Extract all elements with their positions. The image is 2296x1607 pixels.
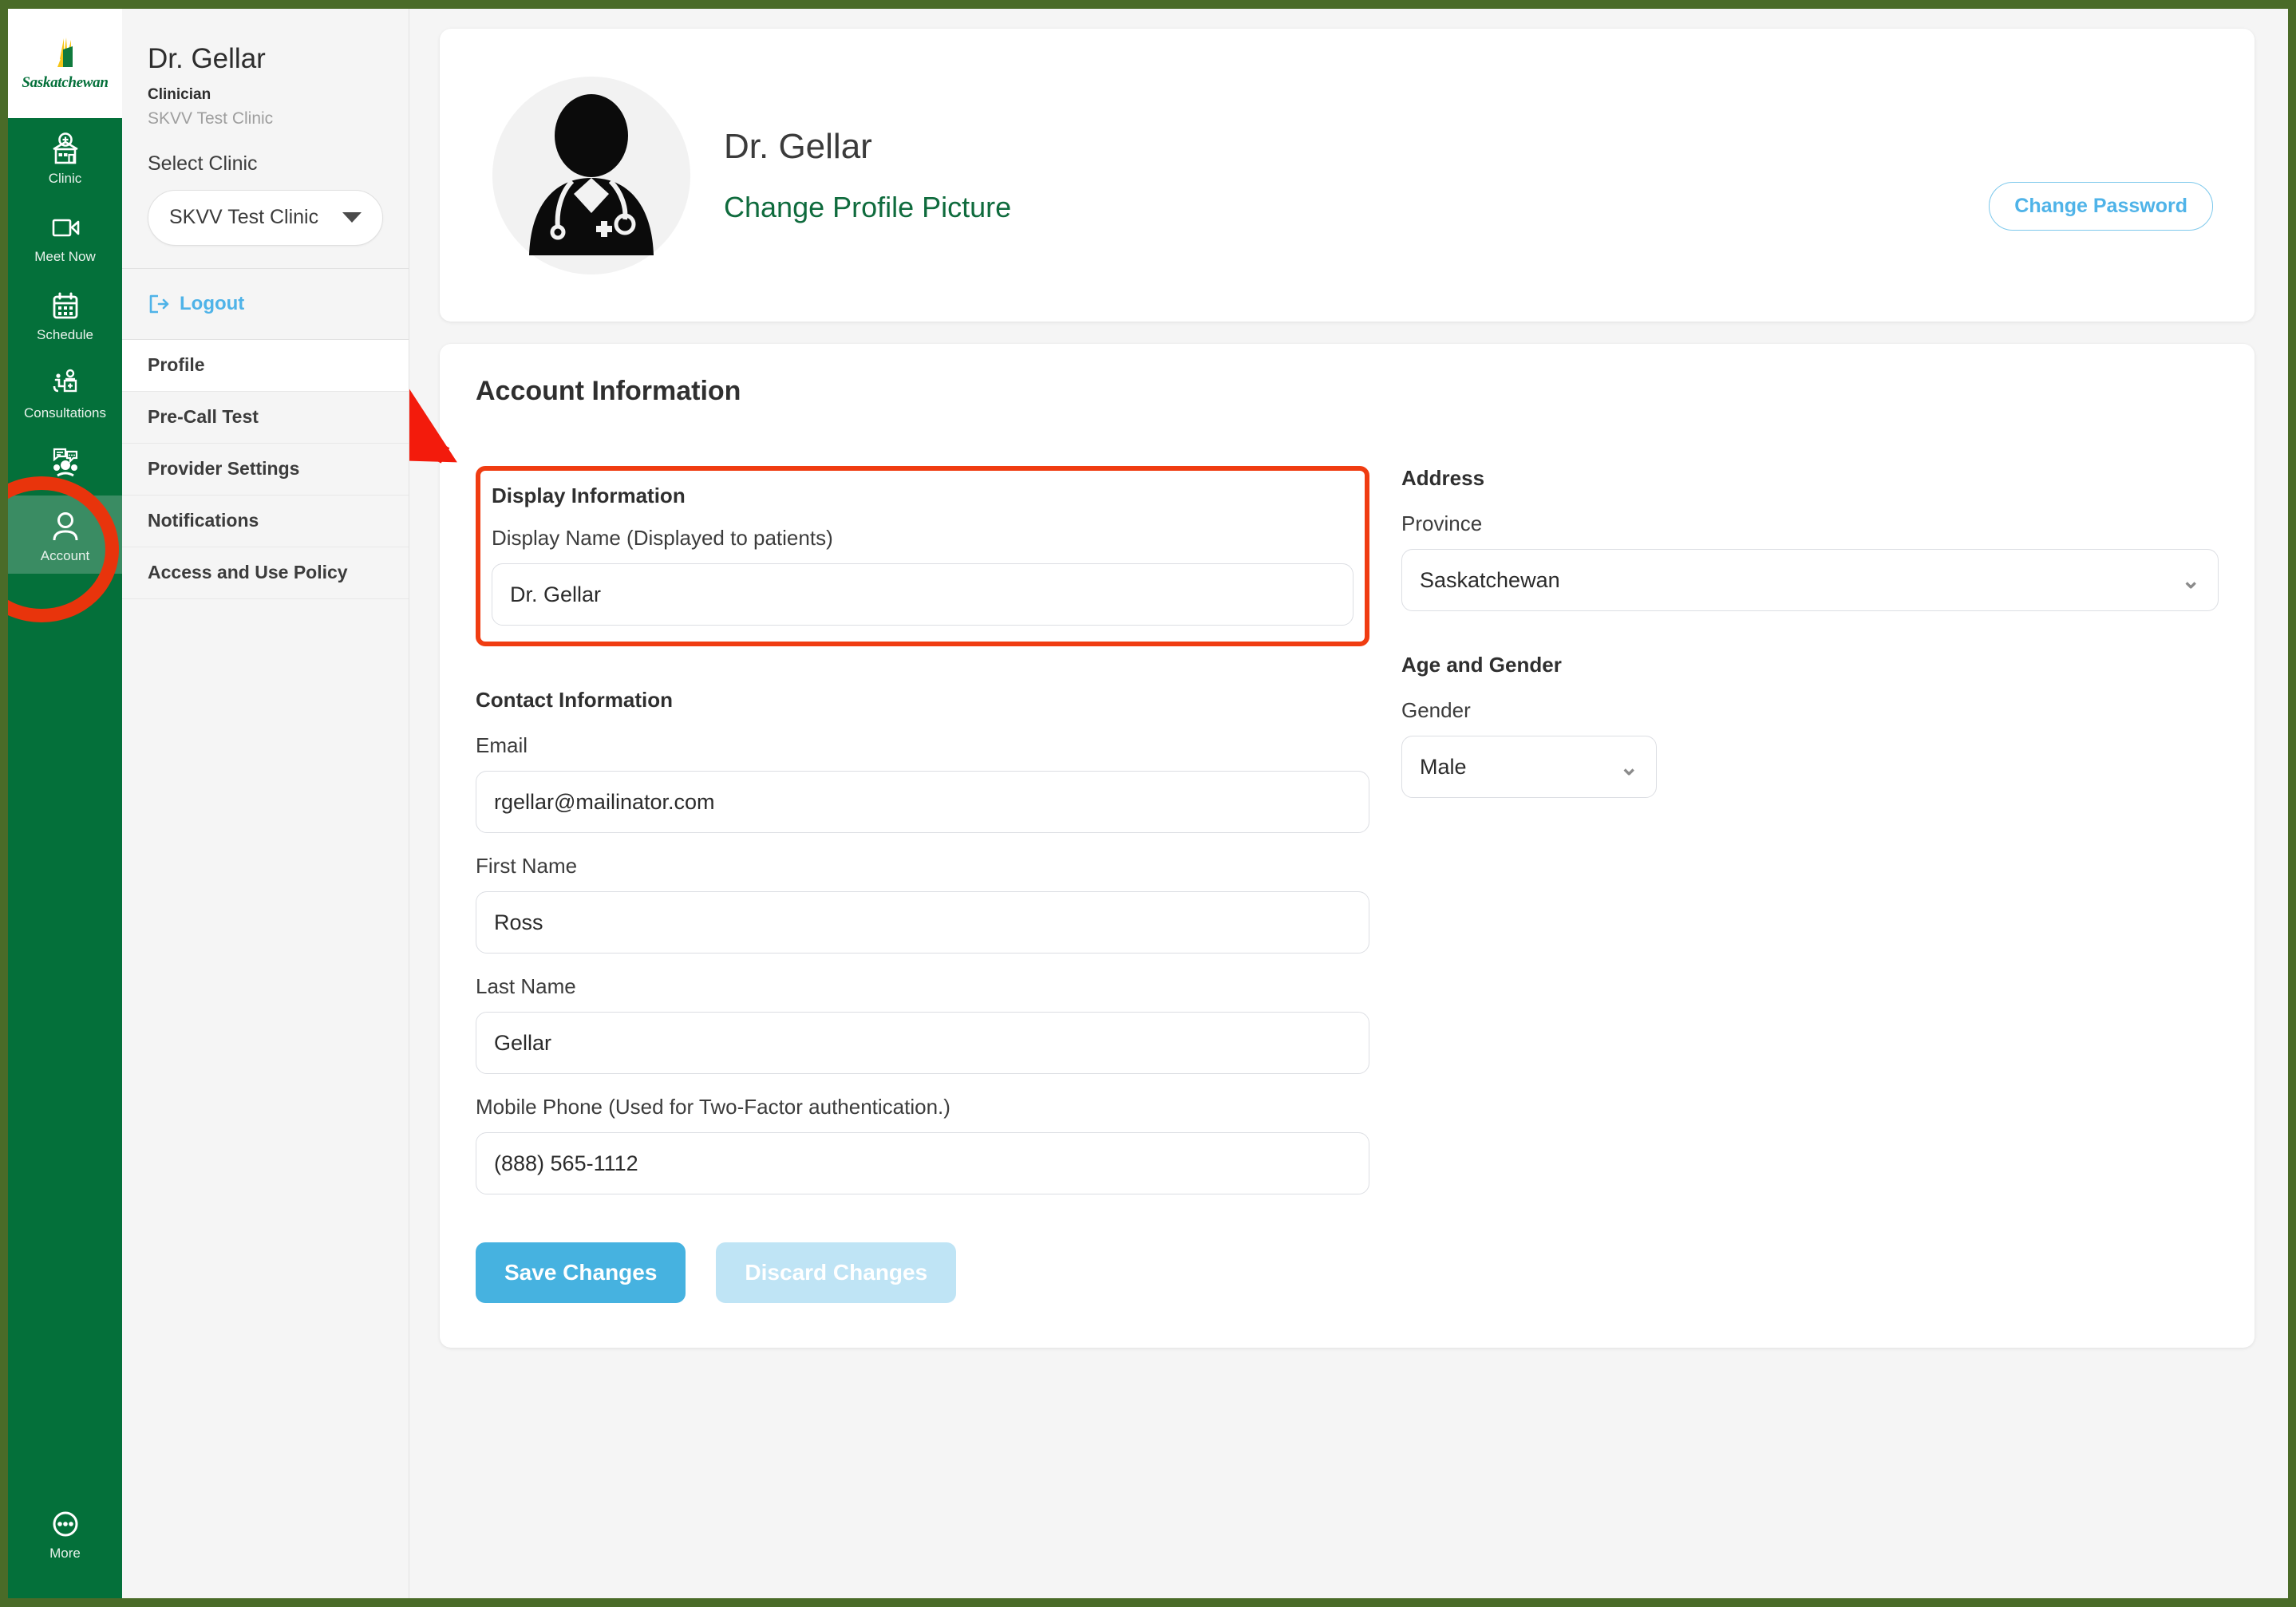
age-and-gender-group: Age and Gender Gender Male ⌄ bbox=[1401, 653, 2219, 798]
more-ellipsis-icon bbox=[53, 1511, 77, 1537]
province-label: Province bbox=[1401, 511, 1483, 535]
select-clinic-group: Select Clinic SKVV Test Clinic bbox=[122, 152, 409, 246]
sidebar-item-group-chat[interactable] bbox=[8, 431, 122, 496]
gender-value: Male bbox=[1420, 754, 1467, 779]
mobile-phone-value: (888) 565-1112 bbox=[494, 1151, 638, 1175]
app-window: Saskatchewan Clinic Meet Now Schedule Co… bbox=[8, 9, 2288, 1598]
sidebar-item-schedule[interactable]: Schedule bbox=[8, 274, 122, 353]
saskatchewan-wheat-logo-icon bbox=[57, 38, 73, 67]
sidebar-item-account[interactable]: Account bbox=[8, 496, 122, 574]
display-name-label: Display Name (Displayed to patients) bbox=[492, 526, 833, 550]
avatar[interactable] bbox=[492, 76, 690, 274]
sidebar-item-clinic[interactable]: Clinic bbox=[8, 118, 122, 196]
sidebar-item-label: Account bbox=[40, 548, 90, 563]
video-camera-icon bbox=[52, 219, 79, 237]
clinic-select-value: SKVV Test Clinic bbox=[169, 206, 319, 228]
menu-item-notifications[interactable]: Notifications bbox=[122, 495, 409, 547]
account-left-column: Display Information Display Name (Displa… bbox=[476, 437, 1369, 1303]
menu-item-label: Provider Settings bbox=[148, 458, 300, 479]
account-right-column: Address Province Saskatchewan ⌄ Age and … bbox=[1369, 437, 2219, 1303]
chevron-down-icon: ⌄ bbox=[1619, 754, 1638, 780]
account-information-title: Account Information bbox=[476, 376, 741, 406]
last-name-value: Gellar bbox=[494, 1030, 552, 1055]
email-field[interactable]: rgellar@mailinator.com bbox=[476, 771, 1369, 833]
page-title: Dr. Gellar bbox=[724, 126, 872, 166]
subnav-account-role: Clinician bbox=[148, 85, 211, 103]
first-name-field[interactable]: Ross bbox=[476, 891, 1369, 954]
age-and-gender-heading: Age and Gender bbox=[1401, 653, 1562, 677]
select-clinic-label: Select Clinic bbox=[148, 152, 258, 175]
discard-changes-button[interactable]: Discard Changes bbox=[716, 1242, 957, 1303]
main-content: Dr. Gellar Change Profile Picture Change… bbox=[409, 9, 2288, 1598]
account-information-grid: Display Information Display Name (Displa… bbox=[476, 437, 2219, 1303]
subnav-header: Dr. Gellar Clinician SKVV Test Clinic bbox=[122, 9, 409, 128]
menu-item-profile[interactable]: Profile bbox=[122, 339, 409, 392]
form-actions: Save Changes Discard Changes bbox=[476, 1242, 1369, 1303]
sidebar-item-consultations[interactable]: Consultations bbox=[8, 353, 122, 431]
display-name-value: Dr. Gellar bbox=[510, 582, 602, 606]
chevron-down-icon: ⌄ bbox=[2181, 567, 2200, 593]
chevron-down-icon bbox=[342, 212, 362, 223]
sidebar-item-label: More bbox=[49, 1546, 81, 1561]
contact-information-group: Contact Information Email rgellar@mailin… bbox=[476, 688, 1369, 1194]
primary-nav-rail: Saskatchewan Clinic Meet Now Schedule Co… bbox=[8, 9, 122, 1598]
menu-item-pre-call-test[interactable]: Pre-Call Test bbox=[122, 391, 409, 444]
subnav-account-name: Dr. Gellar bbox=[148, 43, 266, 74]
logout-label: Logout bbox=[180, 292, 245, 314]
brand-logo-word: Saskatchewan bbox=[22, 74, 109, 91]
sidebar-item-label: Schedule bbox=[37, 327, 93, 342]
profile-header-card: Dr. Gellar Change Profile Picture Change… bbox=[440, 29, 2255, 322]
menu-item-label: Notifications bbox=[148, 510, 259, 531]
province-value: Saskatchewan bbox=[1420, 567, 1560, 592]
account-information-card: Account Information Display Information … bbox=[440, 344, 2255, 1348]
display-information-heading: Display Information bbox=[492, 484, 686, 507]
last-name-field[interactable]: Gellar bbox=[476, 1012, 1369, 1074]
sidebar-item-more[interactable]: More bbox=[8, 1493, 122, 1598]
address-heading: Address bbox=[1401, 466, 1485, 490]
account-subnav-panel: Dr. Gellar Clinician SKVV Test Clinic Se… bbox=[122, 9, 409, 1598]
last-name-label: Last Name bbox=[476, 974, 576, 998]
sidebar-item-meet-now[interactable]: Meet Now bbox=[8, 196, 122, 274]
clinic-select[interactable]: SKVV Test Clinic bbox=[148, 189, 383, 246]
change-password-button[interactable]: Change Password bbox=[1989, 182, 2213, 231]
mobile-phone-field[interactable]: (888) 565-1112 bbox=[476, 1132, 1369, 1194]
menu-item-label: Pre-Call Test bbox=[148, 406, 259, 427]
mobile-phone-label: Mobile Phone (Used for Two-Factor authen… bbox=[476, 1095, 950, 1119]
menu-item-access-and-use-policy[interactable]: Access and Use Policy bbox=[122, 547, 409, 599]
gender-select[interactable]: Male ⌄ bbox=[1401, 736, 1657, 798]
display-name-input[interactable]: Dr. Gellar bbox=[492, 563, 1353, 626]
address-group: Address Province Saskatchewan ⌄ bbox=[1401, 466, 2219, 611]
sidebar-item-label: Consultations bbox=[23, 405, 106, 421]
gender-label: Gender bbox=[1401, 698, 1471, 722]
email-value: rgellar@mailinator.com bbox=[494, 789, 715, 814]
subnav-account-clinic: SKVV Test Clinic bbox=[148, 109, 274, 128]
profile-text-block: Dr. Gellar Change Profile Picture bbox=[724, 127, 1011, 224]
consultation-desk-icon bbox=[53, 369, 77, 393]
doctor-avatar-icon bbox=[529, 93, 654, 255]
logout-arrow-icon bbox=[149, 294, 169, 313]
first-name-label: First Name bbox=[476, 854, 578, 878]
sidebar-item-label: Meet Now bbox=[34, 249, 96, 264]
account-menu-list: Profile Pre-Call Test Provider Settings … bbox=[122, 338, 409, 599]
menu-item-label: Profile bbox=[148, 354, 205, 375]
sidebar-item-label: Clinic bbox=[48, 171, 82, 186]
group-chat-icon bbox=[53, 448, 77, 477]
clinic-building-icon bbox=[52, 132, 78, 164]
contact-information-heading: Contact Information bbox=[476, 688, 673, 712]
province-select[interactable]: Saskatchewan ⌄ bbox=[1401, 549, 2219, 611]
logout-button[interactable]: Logout bbox=[122, 269, 409, 339]
brand-logo: Saskatchewan bbox=[8, 9, 122, 118]
menu-item-provider-settings[interactable]: Provider Settings bbox=[122, 443, 409, 496]
menu-item-label: Access and Use Policy bbox=[148, 562, 348, 582]
email-label: Email bbox=[476, 733, 528, 757]
save-changes-button[interactable]: Save Changes bbox=[476, 1242, 686, 1303]
calendar-icon bbox=[53, 292, 77, 319]
first-name-value: Ross bbox=[494, 910, 543, 934]
user-person-icon bbox=[53, 512, 77, 541]
display-information-group: Display Information Display Name (Displa… bbox=[476, 466, 1369, 646]
change-profile-picture-link[interactable]: Change Profile Picture bbox=[724, 191, 1011, 224]
